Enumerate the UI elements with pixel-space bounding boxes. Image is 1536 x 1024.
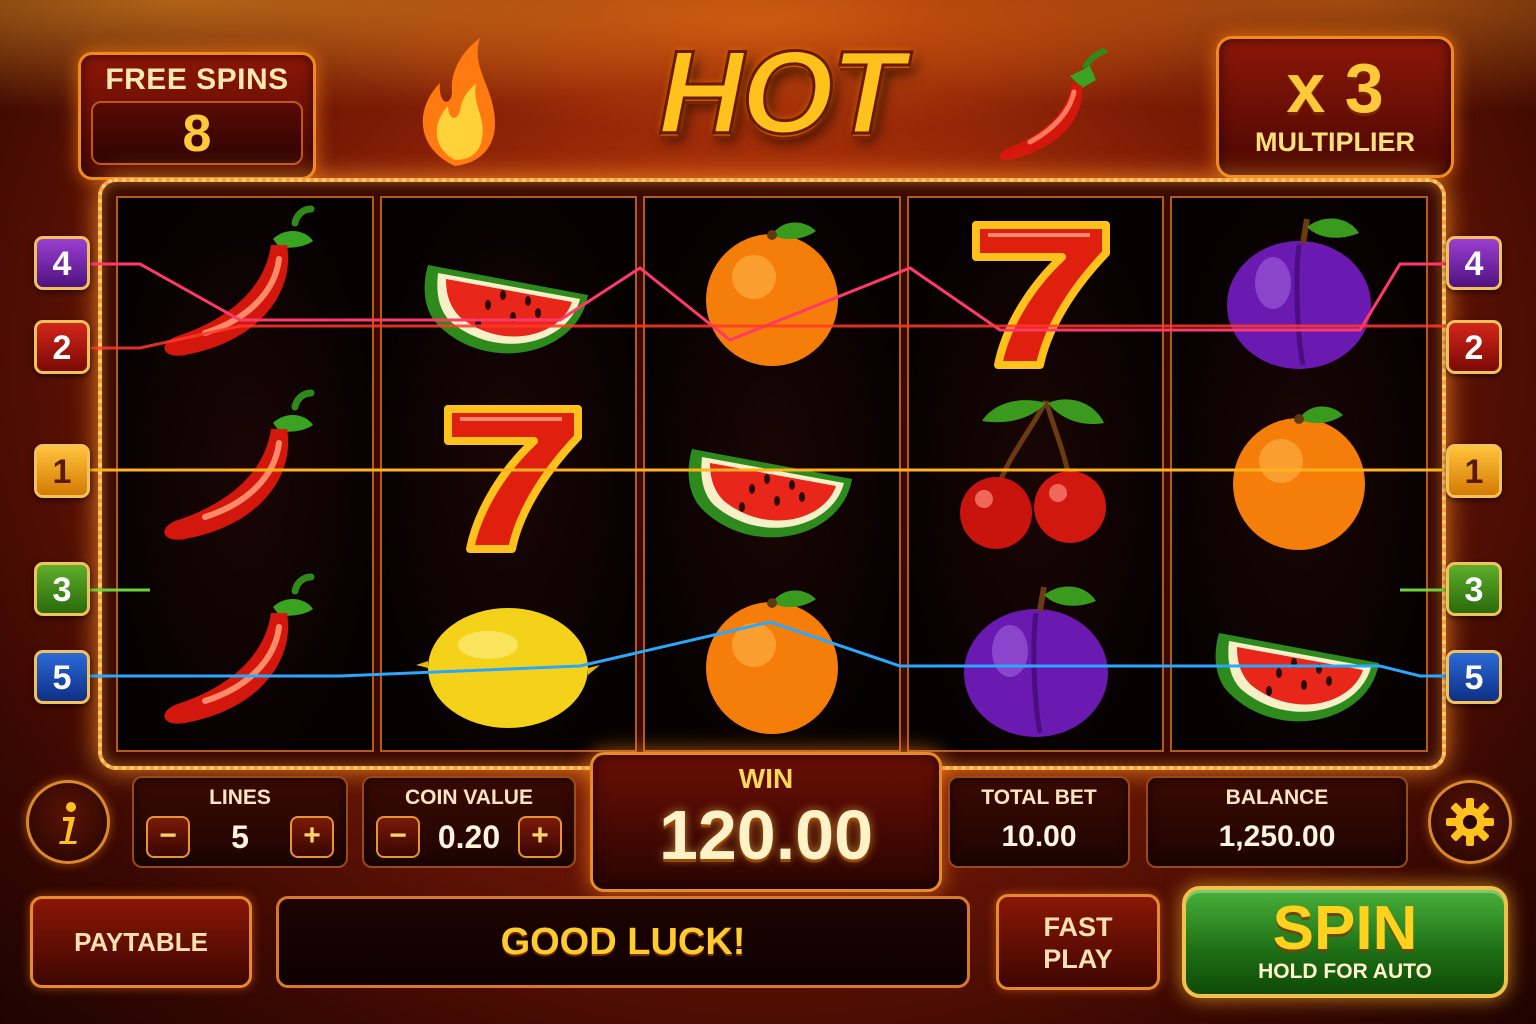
win-label: WIN [738,763,794,794]
payline-badge-right-3: 3 [1446,562,1502,616]
total-bet-label: TOTAL BET [981,786,1097,809]
symbol-watermelon [1194,571,1404,746]
cherries-icon [959,399,1106,549]
reel-2 [379,196,638,752]
balance-label: BALANCE [1225,786,1329,809]
chili-pepper-icon [999,48,1108,161]
chili-pepper-icon [164,205,315,356]
reel-grid [116,196,1428,752]
coin-value-control: COIN VALUE − 0.20 + [362,776,576,868]
symbol-cherries [931,387,1141,562]
symbol-seven [931,203,1141,378]
payline-badge-left-1: 1 [34,444,90,498]
symbol-orange [1194,387,1404,562]
settings-button[interactable] [1428,780,1512,864]
watermelon-icon [424,265,589,354]
plum-icon [963,586,1108,737]
lines-label: LINES [209,786,271,809]
total-bet-panel: TOTAL BET 10.00 [948,776,1130,868]
total-bet-value: 10.00 [1001,820,1077,853]
reel-1 [116,196,374,752]
orange-icon [705,590,838,734]
symbol-watermelon [403,203,613,378]
coin-value-value: 0.20 [437,818,501,855]
coin-value-decrease-button[interactable]: − [376,816,420,858]
coin-value-increase-button[interactable]: + [518,816,562,858]
spin-label: SPIN [1272,894,1418,963]
chili-pepper-icon [164,573,315,724]
payline-badge-left-3: 3 [34,562,90,616]
reel-3 [643,196,901,752]
payline-badge-left-5: 5 [34,650,90,704]
spin-sublabel: HOLD FOR AUTO [1258,960,1432,983]
flame-icon [422,38,495,166]
symbol-chili-pepper [140,203,350,378]
lemon-icon [416,608,601,728]
symbol-orange [667,203,877,378]
payline-badge-left-4: 4 [34,236,90,290]
lines-increase-button[interactable]: + [289,816,334,858]
reel-5 [1170,196,1428,752]
free-spins-panel: FREE SPINS 8 [78,52,316,180]
symbol-plum [931,571,1141,746]
seven-icon [971,221,1110,369]
game-title: HOT FRUITS [422,18,1110,311]
win-panel: WIN 120.00 [590,752,942,892]
balance-panel: BALANCE 1,250.00 [1146,776,1408,868]
chili-pepper-icon [164,389,315,540]
orange-icon [1233,406,1366,550]
symbol-chili-pepper [140,387,350,562]
gear-icon [1446,798,1494,846]
multiplier-label: MULTIPLIER [1255,127,1415,157]
info-button[interactable] [26,780,110,864]
symbol-lemon [403,571,613,746]
free-spins-count: 8 [91,101,303,165]
payline-badge-right-1: 1 [1446,444,1502,498]
win-amount: 120.00 [658,796,874,874]
lines-control: LINES − 5 + [132,776,348,868]
symbol-orange [667,571,877,746]
symbol-watermelon [667,387,877,562]
reel-4 [906,196,1165,752]
payline-badge-left-2: 2 [34,320,90,374]
coin-value-label: COIN VALUE [405,786,533,809]
lines-value: 5 [231,818,249,855]
orange-icon [705,222,838,366]
balance-value: 1,250.00 [1218,820,1336,853]
status-message: GOOD LUCK! [276,896,970,988]
payline-badge-right-2: 2 [1446,320,1502,374]
payline-badge-right-4: 4 [1446,236,1502,290]
multiplier-panel: x 3 MULTIPLIER [1216,36,1454,178]
seven-icon [444,405,583,553]
symbol-chili-pepper [140,571,350,746]
watermelon-icon [688,449,852,538]
free-spins-label: FREE SPINS [105,63,289,96]
plum-icon [1227,218,1372,369]
symbol-seven [403,387,613,562]
symbol-plum [1194,203,1404,378]
info-icon [59,802,77,844]
spin-button[interactable]: SPIN HOLD FOR AUTO [1182,886,1508,998]
lines-decrease-button[interactable]: − [146,816,190,858]
multiplier-value: x 3 [1286,49,1384,127]
payline-badge-right-5: 5 [1446,650,1502,704]
paytable-button[interactable]: PAYTABLE [30,896,252,988]
fast-play-button[interactable]: FAST PLAY [996,894,1160,990]
watermelon-icon [1215,633,1380,722]
